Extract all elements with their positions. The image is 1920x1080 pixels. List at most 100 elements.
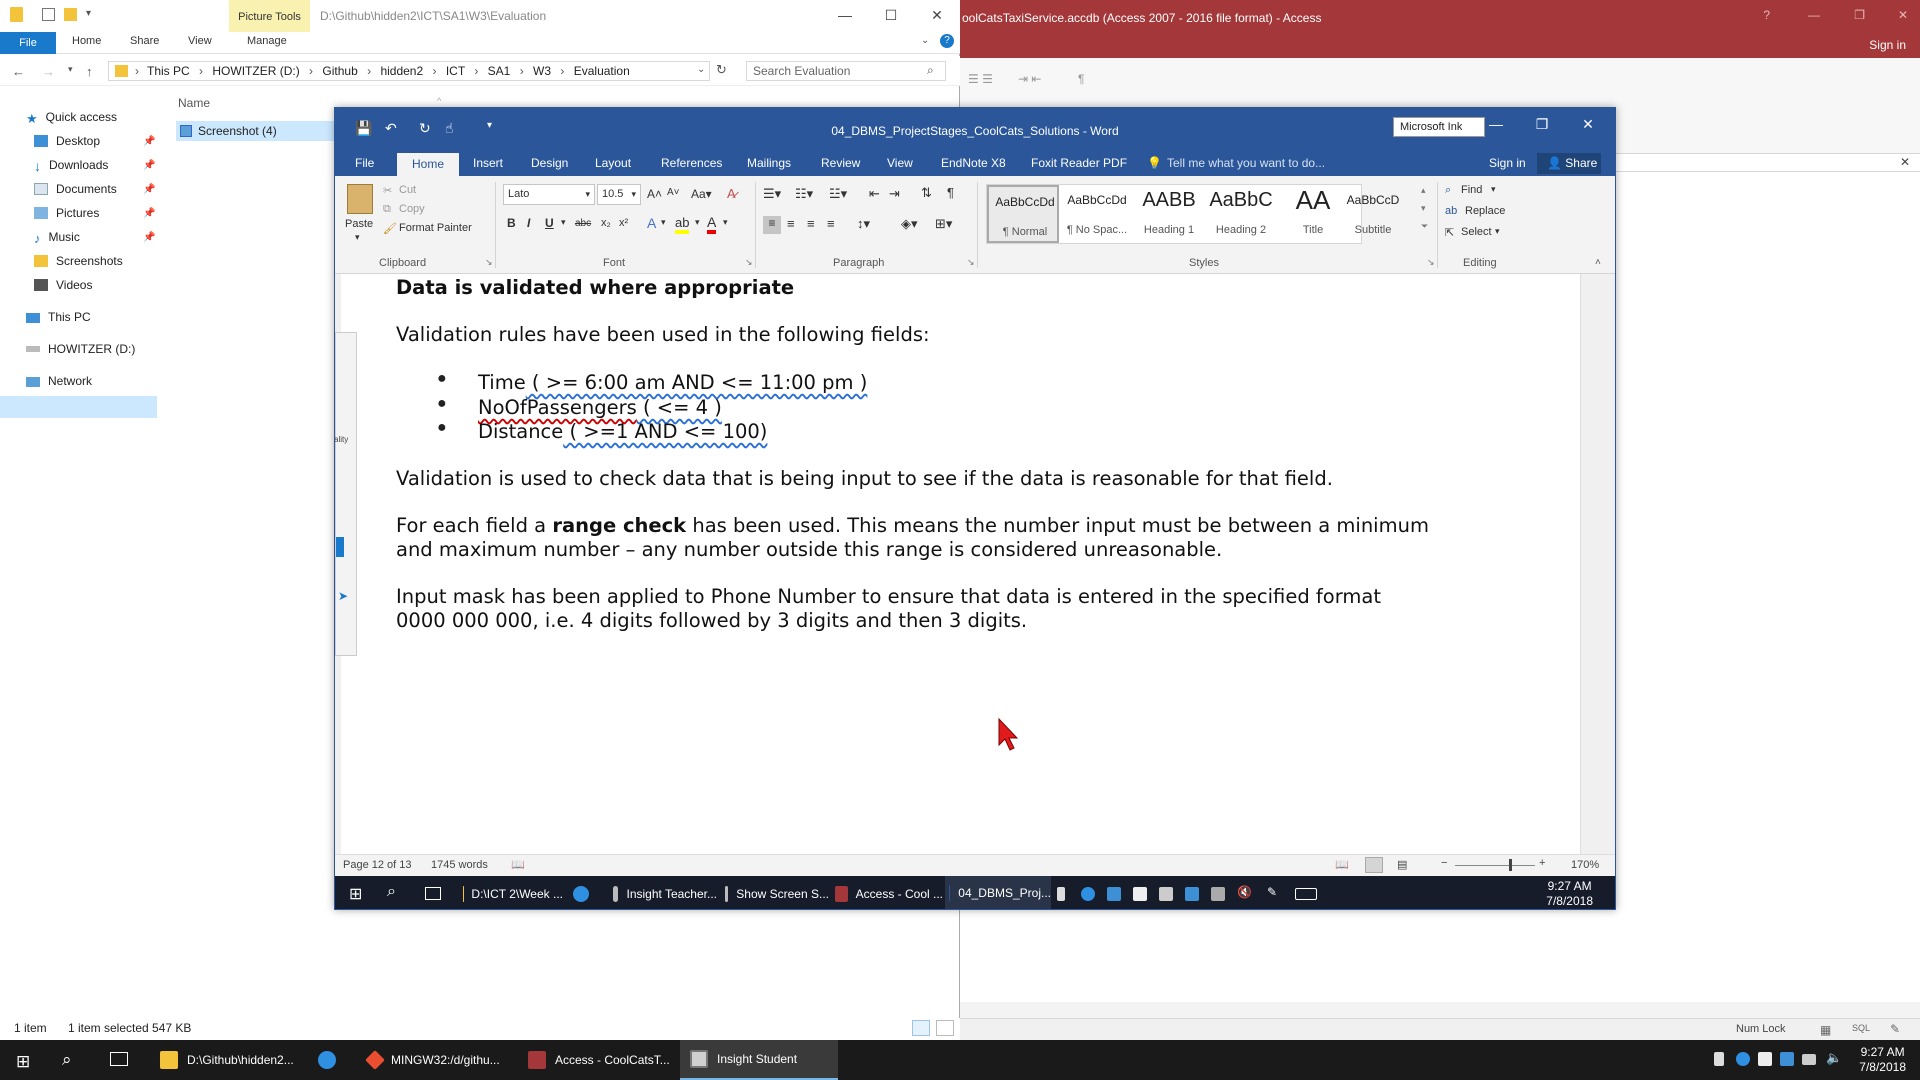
styles-scroll-up-icon[interactable]: ▴ <box>1421 185 1426 196</box>
pin-icon[interactable]: 📌 <box>143 184 155 195</box>
find-dropdown-icon[interactable]: ▾ <box>1491 184 1496 195</box>
zoom-slider-thumb[interactable] <box>1509 859 1512 871</box>
copy-button[interactable]: Copy <box>399 203 425 215</box>
up-arrow-icon[interactable]: ↑ <box>86 64 93 79</box>
ribbon-expand-icon[interactable]: ⌄ <box>921 35 929 46</box>
read-mode-icon[interactable]: 📖 <box>1335 858 1349 871</box>
network-tray-icon[interactable] <box>1802 1054 1816 1065</box>
find-icon[interactable]: ⌕ <box>1445 184 1451 197</box>
search-input[interactable]: Search Evaluation <box>746 61 946 81</box>
access-sign-in[interactable]: Sign in <box>1869 38 1906 52</box>
replace-icon[interactable]: ab <box>1445 205 1457 217</box>
crumb-hidden2[interactable]: hidden2 <box>380 64 423 78</box>
pin-icon[interactable]: 📌 <box>143 136 155 147</box>
paste-button[interactable]: Paste <box>345 218 373 230</box>
large-icons-view-icon[interactable] <box>936 1020 954 1036</box>
collapse-ribbon-icon[interactable]: ˄ <box>1595 257 1601 268</box>
taskbar-edge[interactable] <box>318 1040 346 1080</box>
style-no-spacing[interactable]: AaBbCcDd ¶ No Spac... <box>1061 185 1133 243</box>
address-dropdown-icon[interactable]: ⌄ <box>697 64 705 75</box>
proofing-icon[interactable]: 📖 <box>511 858 525 871</box>
tab-insert[interactable]: Insert <box>473 156 503 170</box>
underline-dropdown-icon[interactable]: ▾ <box>561 217 566 228</box>
crumb-this-pc[interactable]: This PC <box>147 64 190 78</box>
styles-more-icon[interactable]: ⏷ <box>1421 221 1428 232</box>
subscript-icon[interactable]: x₂ <box>601 217 611 229</box>
tab-layout[interactable]: Layout <box>595 156 631 170</box>
word-sign-in[interactable]: Sign in <box>1489 156 1526 170</box>
hp-icon[interactable] <box>1081 887 1095 901</box>
crumb-sa1[interactable]: SA1 <box>488 64 511 78</box>
nav-downloads[interactable]: ↓ Downloads <box>34 158 108 174</box>
tab-home[interactable]: Home <box>397 153 459 176</box>
usb-icon[interactable] <box>1714 1052 1724 1066</box>
change-case-icon[interactable]: Aa▾ <box>691 187 712 201</box>
task-view-icon[interactable] <box>110 1052 128 1066</box>
design-view-icon[interactable]: ✎ <box>1890 1022 1900 1036</box>
new-folder-icon[interactable] <box>64 8 77 21</box>
bold-icon[interactable]: B <box>507 216 516 230</box>
paste-dropdown-icon[interactable]: ▾ <box>355 232 360 243</box>
taskbar-clock[interactable]: 9:27 AM 7/8/2018 <box>1859 1045 1906 1075</box>
format-painter-icon[interactable]: 🖌 <box>383 222 397 235</box>
crumb-github[interactable]: Github <box>322 64 357 78</box>
tab-design[interactable]: Design <box>531 156 568 170</box>
nav-desktop[interactable]: Desktop <box>34 134 100 148</box>
format-painter-button[interactable]: Format Painter <box>399 222 472 234</box>
column-name[interactable]: Name <box>178 96 210 110</box>
font-size-box[interactable]: 10.5 ▾ <box>597 184 641 205</box>
numbering-icon[interactable]: ☷▾ <box>795 186 813 202</box>
panel-arrow-icon[interactable]: ➤ <box>338 589 348 603</box>
forward-arrow-icon[interactable]: → <box>42 64 55 79</box>
shrink-font-icon[interactable]: A˅ <box>667 187 680 198</box>
zoom-slider[interactable] <box>1455 865 1535 866</box>
styles-scroll-down-icon[interactable]: ▾ <box>1421 203 1426 214</box>
grow-font-icon[interactable]: A˄ <box>647 187 662 201</box>
restore-icon[interactable]: ❐ <box>1519 116 1565 133</box>
decrease-indent-icon[interactable]: ⇤ <box>869 186 880 202</box>
back-arrow-icon[interactable]: ← <box>12 64 25 79</box>
list-icon[interactable]: ☰ ☰ <box>968 72 993 86</box>
print-layout-icon[interactable] <box>1365 857 1383 873</box>
paste-icon[interactable] <box>347 184 373 214</box>
style-subtitle[interactable]: AaBbCcD Subtitle <box>1338 185 1408 243</box>
style-heading-2[interactable]: AaBbC Heading 2 <box>1205 185 1277 243</box>
zoom-out-icon[interactable]: − <box>1441 857 1447 869</box>
nav-howitzer-drive[interactable]: HOWITZER (D:) <box>26 342 135 356</box>
document-scrollbar[interactable] <box>1580 274 1615 854</box>
style-normal[interactable]: AaBbCcDd ¶ Normal <box>987 185 1059 243</box>
nav-pictures[interactable]: Pictures <box>34 206 99 220</box>
crumb-ict[interactable]: ICT <box>446 64 465 78</box>
paragraph-icon[interactable]: ¶ <box>1078 72 1084 86</box>
minimize-icon[interactable]: — <box>1808 8 1820 22</box>
show-paragraph-marks-icon[interactable]: ¶ <box>947 185 954 200</box>
display-icon[interactable] <box>1211 887 1225 901</box>
italic-icon[interactable]: I <box>527 216 530 230</box>
search-icon[interactable]: ⌕ <box>387 883 396 901</box>
nav-documents[interactable]: Documents <box>34 182 117 196</box>
copy-icon[interactable]: ⧉ <box>383 203 391 216</box>
app-tray-icon[interactable] <box>1107 887 1121 901</box>
search-icon[interactable]: ⌕ <box>927 63 934 78</box>
page-count[interactable]: Page 12 of 13 <box>343 859 412 871</box>
task-view-icon[interactable] <box>425 887 441 900</box>
datasheet-view-icon[interactable]: ▦ <box>1820 1023 1831 1037</box>
borders-icon[interactable]: ⊞▾ <box>935 216 952 232</box>
hp-icon[interactable] <box>1736 1052 1750 1066</box>
chevron-right-icon[interactable]: › <box>135 62 139 80</box>
nav-quick-access[interactable]: ★ Quick access <box>26 110 117 126</box>
shading-icon[interactable]: ◈▾ <box>901 216 918 232</box>
justify-icon[interactable]: ≡ <box>827 216 835 231</box>
word-count[interactable]: 1745 words <box>431 859 488 871</box>
dialog-launcher-icon[interactable]: ↘ <box>745 257 753 268</box>
search-icon[interactable]: ⌕ <box>62 1050 72 1070</box>
tab-file[interactable]: File <box>355 156 374 170</box>
tab-references[interactable]: References <box>661 156 722 170</box>
nav-this-pc[interactable]: This PC <box>26 310 91 324</box>
windows-start-icon[interactable]: ⊞ <box>16 1052 30 1072</box>
dialog-launcher-icon[interactable]: ↘ <box>485 257 493 268</box>
taskbar-mingw[interactable]: MINGW32:/d/githu... <box>362 1040 514 1080</box>
zoom-level[interactable]: 170% <box>1571 859 1599 871</box>
strikethrough-icon[interactable]: abc <box>575 218 591 229</box>
align-right-icon[interactable]: ≡ <box>807 216 815 231</box>
